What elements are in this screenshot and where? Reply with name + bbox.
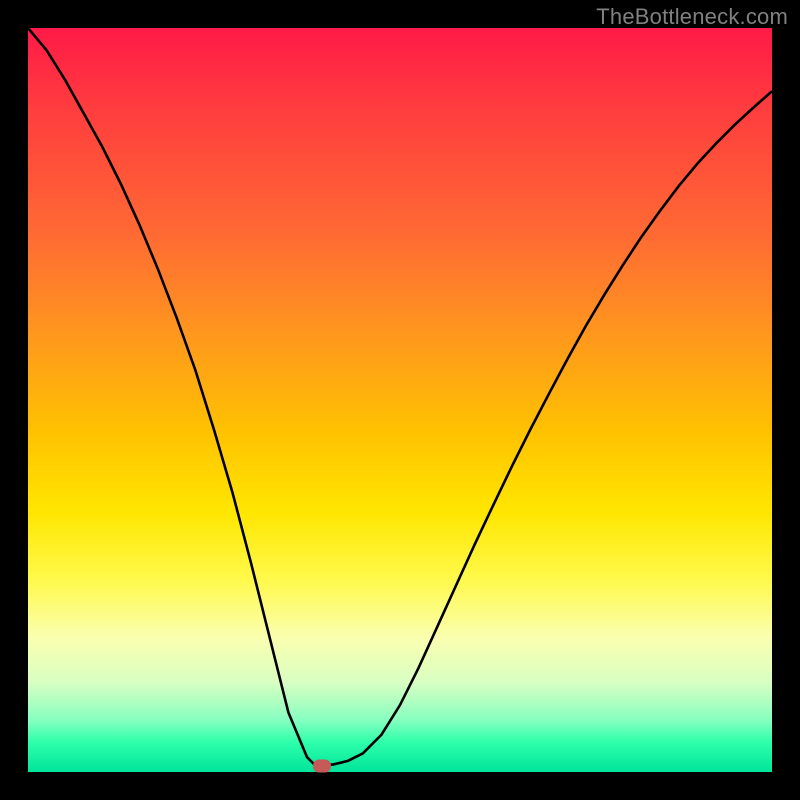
watermark-text: TheBottleneck.com	[596, 4, 788, 30]
curve-path	[28, 28, 772, 765]
plot-area	[28, 28, 772, 772]
bottleneck-curve	[28, 28, 772, 772]
optimal-point-marker	[313, 760, 331, 773]
chart-frame: TheBottleneck.com	[0, 0, 800, 800]
